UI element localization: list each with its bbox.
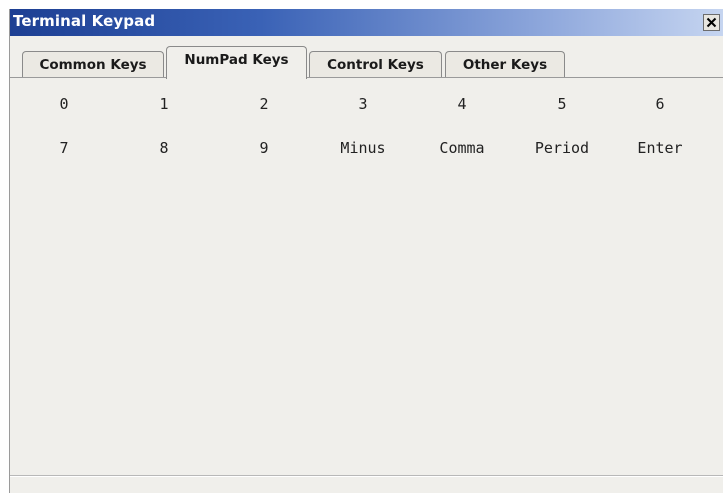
key-minus[interactable]: Minus <box>313 139 413 157</box>
title-bar[interactable]: Terminal Keypad <box>10 9 723 36</box>
status-bar-highlight <box>10 476 723 477</box>
window-title: Terminal Keypad <box>13 12 156 30</box>
key-4[interactable]: 4 <box>412 95 512 113</box>
key-8[interactable]: 8 <box>114 139 214 157</box>
key-3[interactable]: 3 <box>313 95 413 113</box>
tab-label: Control Keys <box>327 57 424 73</box>
key-7[interactable]: 7 <box>14 139 114 157</box>
key-5[interactable]: 5 <box>512 95 612 113</box>
key-1[interactable]: 1 <box>114 95 214 113</box>
tab-label: Other Keys <box>462 57 548 73</box>
key-comma[interactable]: Comma <box>412 139 512 157</box>
close-button[interactable] <box>703 14 720 31</box>
tab-control-keys[interactable]: Control Keys <box>309 51 442 78</box>
key-0[interactable]: 0 <box>14 95 114 113</box>
tab-numpad-keys[interactable]: NumPad Keys <box>166 46 307 79</box>
tab-panel-border <box>10 77 723 78</box>
numpad-keys-panel: 0 1 2 3 4 5 6 7 8 9 Minus Comma Period E… <box>10 95 723 175</box>
tab-other-keys[interactable]: Other Keys <box>445 51 565 78</box>
tab-label: Common Keys <box>39 57 147 73</box>
close-icon <box>706 17 717 28</box>
key-enter[interactable]: Enter <box>610 139 710 157</box>
tab-common-keys[interactable]: Common Keys <box>22 51 164 78</box>
tab-label: NumPad Keys <box>184 52 289 68</box>
key-period[interactable]: Period <box>512 139 612 157</box>
key-6[interactable]: 6 <box>610 95 710 113</box>
key-9[interactable]: 9 <box>214 139 314 157</box>
tab-strip: Common Keys NumPad Keys Control Keys Oth… <box>10 46 723 79</box>
terminal-keypad-window: Terminal Keypad Common Keys NumPad Keys … <box>9 9 723 493</box>
key-2[interactable]: 2 <box>214 95 314 113</box>
